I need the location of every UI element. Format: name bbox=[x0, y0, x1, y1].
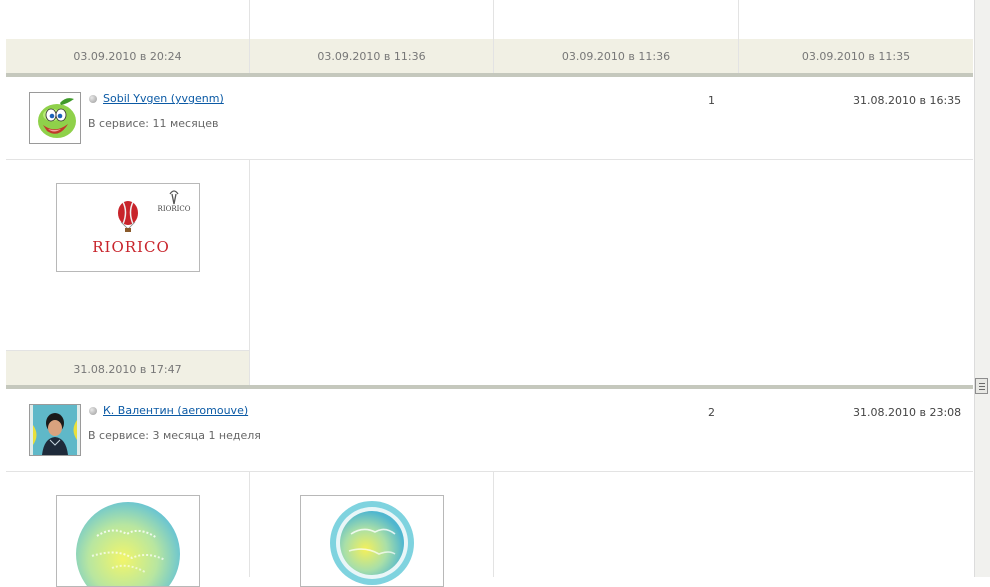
username-link[interactable]: Sobil Yvgen (yvgenm) bbox=[103, 92, 224, 105]
posted-date: 31.08.2010 в 16:35 bbox=[853, 94, 962, 107]
thumb-date: 03.09.2010 в 11:35 bbox=[739, 39, 973, 73]
thumb-date: 31.08.2010 в 17:47 bbox=[6, 350, 249, 387]
post-count: 1 bbox=[708, 94, 715, 107]
thumb-date: 03.09.2010 в 11:36 bbox=[494, 39, 738, 73]
offline-status-icon bbox=[89, 95, 97, 103]
post-count: 2 bbox=[708, 406, 715, 419]
entry-separator bbox=[6, 73, 973, 77]
work-thumbnail[interactable]: RIORICO RIORICO bbox=[56, 183, 200, 272]
offline-status-icon bbox=[89, 407, 97, 415]
scrollbar-thumb[interactable] bbox=[975, 378, 988, 394]
row-divider bbox=[6, 159, 973, 160]
avatar[interactable] bbox=[29, 404, 81, 456]
logo-small-text: RIORICO bbox=[158, 205, 191, 213]
grip-line bbox=[979, 389, 985, 390]
work-thumbnail[interactable] bbox=[300, 495, 444, 587]
thumb-date: 03.09.2010 в 20:24 bbox=[6, 39, 249, 73]
username-link[interactable]: К. Валентин (aeromouve) bbox=[103, 404, 248, 417]
entry-separator bbox=[6, 385, 973, 389]
grip-line bbox=[979, 386, 985, 387]
service-time: В сервисе: 3 месяца 1 неделя bbox=[88, 429, 261, 442]
thumb-date: 03.09.2010 в 11:36 bbox=[250, 39, 493, 73]
avatar[interactable] bbox=[29, 92, 81, 144]
work-thumbnail[interactable] bbox=[56, 495, 200, 587]
posted-date: 31.08.2010 в 23:08 bbox=[853, 406, 962, 419]
row-divider bbox=[6, 471, 973, 472]
cell-divider bbox=[249, 472, 250, 577]
service-time: В сервисе: 11 месяцев bbox=[88, 117, 219, 130]
vertical-scrollbar[interactable] bbox=[974, 0, 990, 577]
cell-divider bbox=[249, 160, 250, 386]
logo-text: RIORICO bbox=[92, 238, 170, 256]
grip-line bbox=[979, 383, 985, 384]
cell-divider bbox=[493, 472, 494, 577]
